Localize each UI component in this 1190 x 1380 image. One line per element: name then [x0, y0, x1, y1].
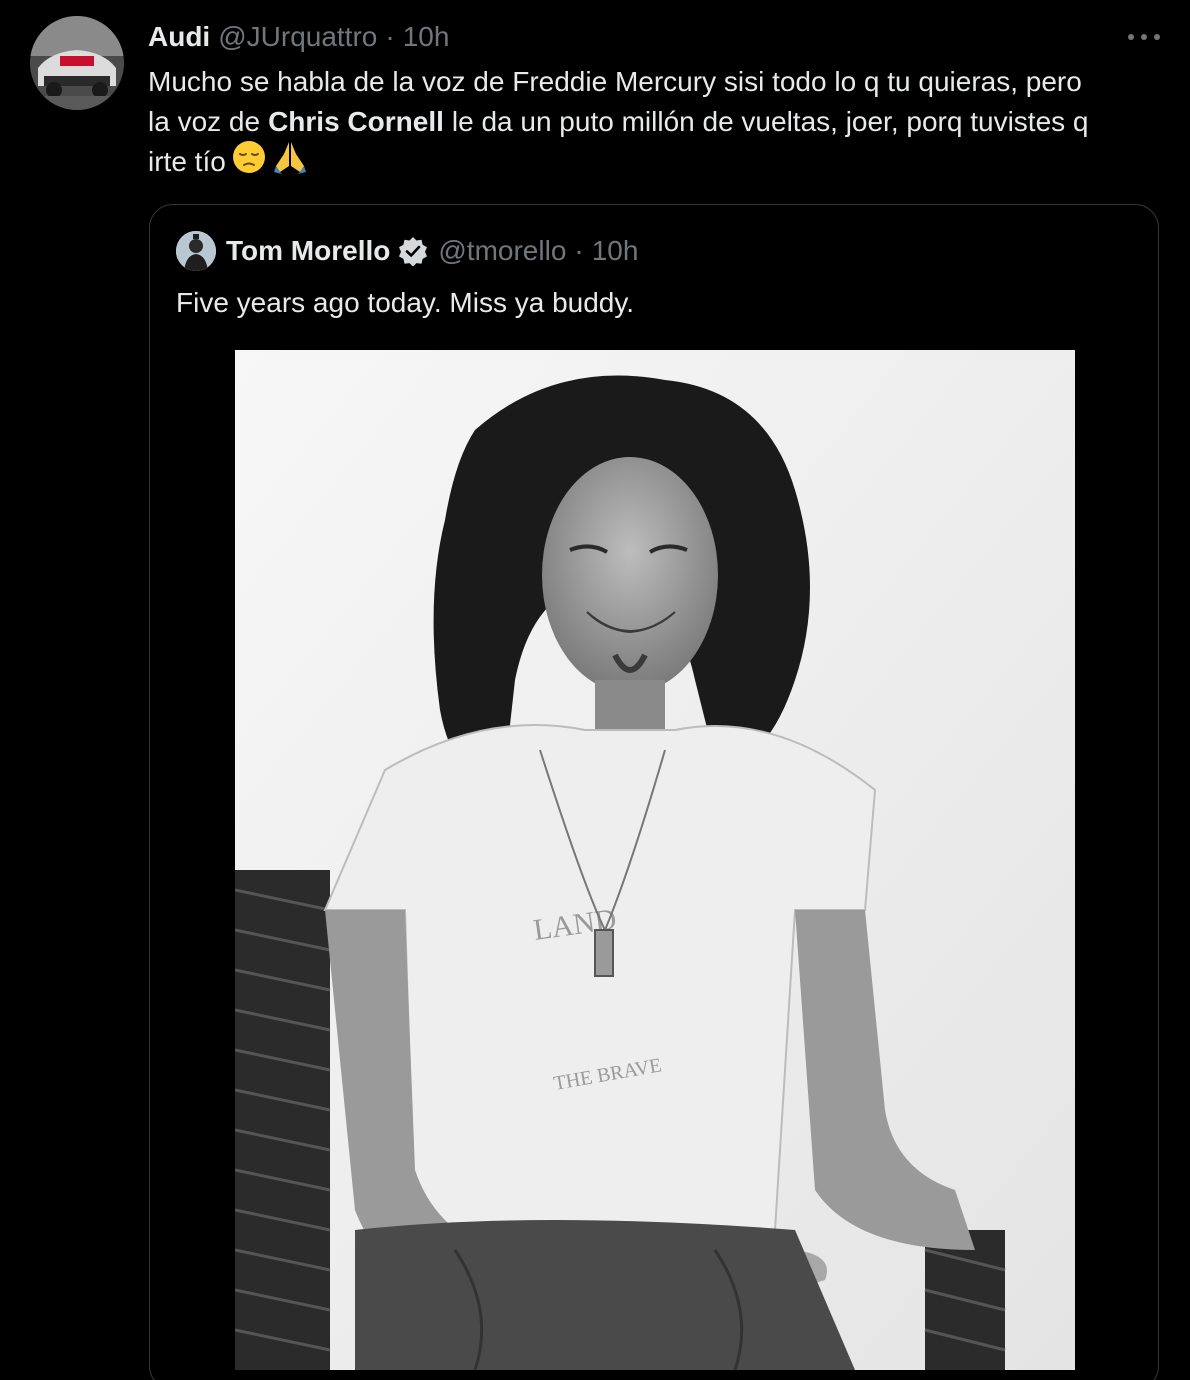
pensive-face-emoji-icon: [232, 140, 266, 185]
quoted-tweet-photo[interactable]: LAND THE BRAVE: [235, 350, 1075, 1370]
separator-dot: ·: [574, 235, 584, 266]
mention-chris-cornell: Chris Cornell: [268, 106, 444, 137]
quoted-tweet-text: Five years ago today. Miss ya buddy.: [176, 287, 635, 318]
tweet-text-line: la voz de Chris Cornell le da un puto mi…: [148, 102, 1158, 142]
verified-badge-icon: [398, 236, 428, 266]
separator-dot: ·: [385, 21, 395, 52]
tweet-text-line2-pre: la voz de: [148, 106, 261, 137]
quoted-author-name[interactable]: Tom Morello: [226, 235, 390, 267]
tweet-timestamp[interactable]: 10h: [403, 21, 450, 53]
tweet-text-line2-post: le da un puto millón de vueltas, joer, p…: [451, 106, 1089, 137]
folded-hands-emoji-icon: [272, 140, 308, 185]
quoted-tweet-timestamp[interactable]: 10h: [592, 235, 639, 267]
author-avatar[interactable]: [30, 16, 124, 110]
quoted-author-avatar[interactable]: [176, 231, 216, 271]
quoted-tweet-header: Tom Morello @tmorello · 10h: [176, 231, 638, 271]
author-name[interactable]: Audi: [148, 21, 210, 53]
more-horizontal-icon: [1128, 34, 1160, 40]
more-options-button[interactable]: [1124, 22, 1164, 52]
quoted-author-handle[interactable]: @tmorello: [438, 235, 566, 267]
tweet-text-line: irte tío: [148, 140, 1158, 185]
tweet-header: Audi @JUrquattro · 10h: [148, 18, 449, 56]
tweet-text-line3: irte tío: [148, 146, 226, 177]
author-handle[interactable]: @JUrquattro: [218, 21, 377, 53]
tweet-text: Mucho se habla de la voz de Freddie Merc…: [148, 62, 1158, 182]
tweet-text-line: Mucho se habla de la voz de Freddie Merc…: [148, 62, 1158, 102]
tweet-text-line1: Mucho se habla de la voz de Freddie Merc…: [148, 66, 1082, 97]
quoted-tweet-card[interactable]: Tom Morello @tmorello · 10h Five years a…: [149, 204, 1159, 1380]
tweet[interactable]: Audi @JUrquattro · 10h Mucho se habla de…: [0, 0, 1190, 1380]
